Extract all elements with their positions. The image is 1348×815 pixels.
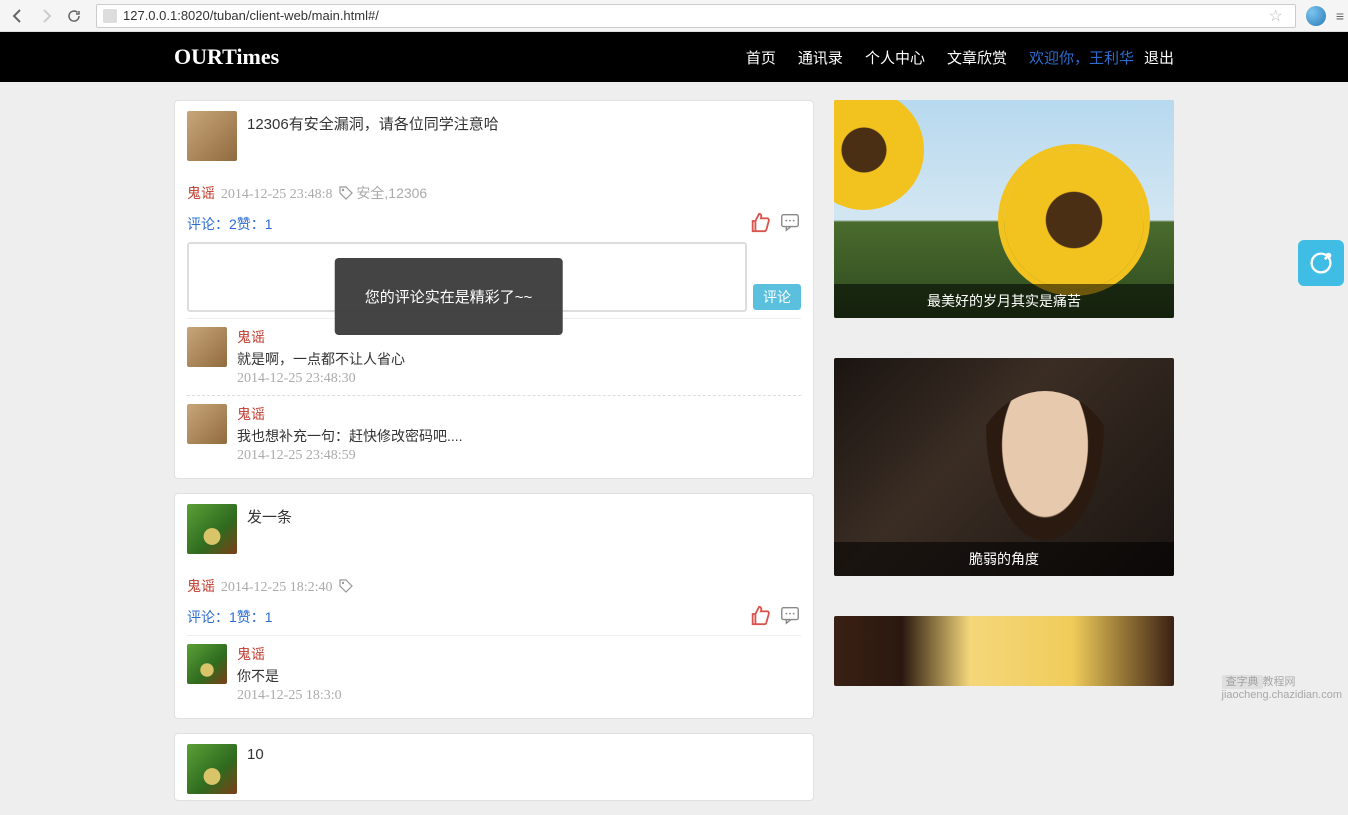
post: 12306有安全漏洞，请各位同学注意哈鬼谣 2014-12-25 23:48:8…: [174, 100, 814, 479]
avatar[interactable]: [187, 644, 227, 684]
like-count-label[interactable]: 赞：1: [237, 607, 273, 627]
comment-submit-button[interactable]: 评论: [753, 284, 801, 310]
reply-author[interactable]: 鬼谣: [237, 404, 463, 424]
nav-links: 首页 通讯录 个人中心 文章欣赏: [746, 47, 1007, 68]
logout-link[interactable]: 退出: [1144, 47, 1174, 68]
post-time: 2014-12-25 18:2:40: [221, 580, 333, 595]
comment-input[interactable]: [187, 242, 747, 312]
avatar[interactable]: [187, 111, 237, 161]
comment-bubble-icon[interactable]: [779, 211, 801, 236]
nav-articles[interactable]: 文章欣赏: [947, 47, 1007, 68]
reply-text: 你不是: [237, 666, 342, 686]
avatar[interactable]: [187, 327, 227, 367]
replies: 鬼谣你不是 2014-12-25 18:3:0: [187, 635, 801, 712]
reply-author[interactable]: 鬼谣: [237, 327, 405, 347]
bookmark-star-icon[interactable]: ☆: [1268, 6, 1282, 26]
nav-profile[interactable]: 个人中心: [865, 47, 925, 68]
post-author[interactable]: 鬼谣: [187, 578, 215, 594]
sidebar-card[interactable]: 脆弱的角度: [834, 358, 1174, 576]
post-meta: 鬼谣 2014-12-25 23:48:8 安全,12306: [187, 183, 801, 203]
tag-icon: [338, 185, 354, 201]
sidebar: 最美好的岁月其实是痛苦脆弱的角度: [834, 100, 1174, 815]
reply-time: 2014-12-25 23:48:59: [237, 448, 463, 464]
post-stats: 评论：2 赞：1: [187, 211, 801, 236]
reply-text: 就是啊，一点都不让人省心: [237, 349, 405, 369]
tag-icon: [338, 578, 354, 594]
watermark: 查字典教程网 jiaocheng.chazidian.com: [1222, 673, 1342, 701]
comment-bubble-icon[interactable]: [779, 604, 801, 629]
share-float-button[interactable]: [1298, 240, 1344, 286]
forward-button[interactable]: [34, 4, 58, 28]
avatar[interactable]: [187, 404, 227, 444]
url-input[interactable]: [123, 8, 1268, 23]
like-count-label[interactable]: 赞：1: [237, 214, 273, 234]
greeting: 欢迎你，王利华: [1029, 47, 1134, 68]
reply-time: 2014-12-25 23:48:30: [237, 371, 405, 387]
post-stats: 评论：1 赞：1: [187, 604, 801, 629]
reply-author[interactable]: 鬼谣: [237, 644, 342, 664]
reply: 鬼谣我也想补充一句：赶快修改密码吧.... 2014-12-25 23:48:59: [187, 395, 801, 472]
reload-button[interactable]: [62, 4, 86, 28]
comment-input-row: 评论您的评论实在是精彩了~~: [187, 242, 801, 312]
sidebar-caption: 最美好的岁月其实是痛苦: [834, 284, 1174, 318]
post-content: 发一条: [247, 504, 292, 554]
sidebar-card[interactable]: [834, 616, 1174, 686]
nav-home[interactable]: 首页: [746, 47, 776, 68]
comment-count-label[interactable]: 评论：2: [187, 214, 237, 234]
page-icon: [103, 9, 117, 23]
thumbs-up-icon[interactable]: [749, 604, 771, 629]
back-button[interactable]: [6, 4, 30, 28]
browser-toolbar: ☆ ≡: [0, 0, 1348, 32]
post-tags: 安全,12306: [356, 185, 427, 201]
reply: 鬼谣你不是 2014-12-25 18:3:0: [187, 635, 801, 712]
sidebar-image: [834, 616, 1174, 686]
url-bar[interactable]: ☆: [96, 4, 1296, 28]
comment-count-label[interactable]: 评论：1: [187, 607, 237, 627]
reply-text: 我也想补充一句：赶快修改密码吧....: [237, 426, 463, 446]
post: 发一条鬼谣 2014-12-25 18:2:40 评论：1 赞：1鬼谣你不是20…: [174, 493, 814, 719]
post-meta: 鬼谣 2014-12-25 18:2:40: [187, 576, 801, 596]
topnav: OURTimes 首页 通讯录 个人中心 文章欣赏 欢迎你，王利华 退出: [0, 32, 1348, 82]
sidebar-card[interactable]: 最美好的岁月其实是痛苦: [834, 100, 1174, 318]
globe-icon[interactable]: [1306, 6, 1326, 26]
post-content: 12306有安全漏洞，请各位同学注意哈: [247, 111, 499, 161]
chrome-menu-icon[interactable]: ≡: [1336, 8, 1342, 24]
nav-contacts[interactable]: 通讯录: [798, 47, 843, 68]
post-content: 10: [247, 744, 264, 794]
post-author[interactable]: 鬼谣: [187, 185, 215, 201]
post: 10: [174, 733, 814, 801]
avatar[interactable]: [187, 504, 237, 554]
avatar[interactable]: [187, 744, 237, 794]
reply-time: 2014-12-25 18:3:0: [237, 688, 342, 704]
feed: 12306有安全漏洞，请各位同学注意哈鬼谣 2014-12-25 23:48:8…: [174, 100, 814, 815]
brand[interactable]: OURTimes: [174, 44, 279, 70]
post-time: 2014-12-25 23:48:8: [221, 187, 333, 202]
replies: 鬼谣就是啊，一点都不让人省心2014-12-25 23:48:30鬼谣我也想补充…: [187, 318, 801, 472]
reply: 鬼谣就是啊，一点都不让人省心 2014-12-25 23:48:30: [187, 318, 801, 395]
sidebar-caption: 脆弱的角度: [834, 542, 1174, 576]
thumbs-up-icon[interactable]: [749, 211, 771, 236]
